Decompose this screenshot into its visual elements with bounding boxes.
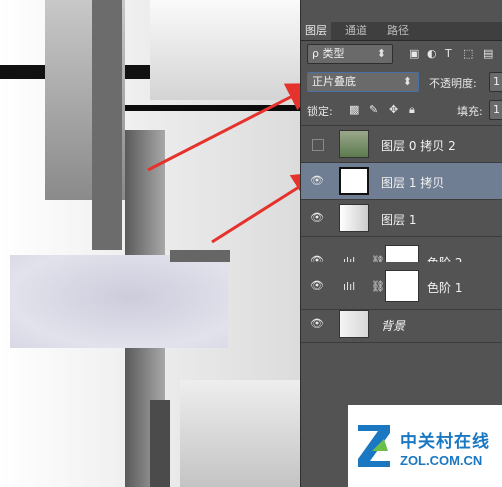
visibility-toggle[interactable] (312, 139, 324, 151)
dropdown-arrow-icon: ⬍ (376, 47, 386, 60)
fill-label: 填充: (457, 105, 483, 118)
layer-name: 色阶 1 (427, 281, 463, 295)
layer-name: 图层 1 (381, 213, 417, 227)
text-filter-icon[interactable]: T (445, 47, 452, 61)
arrow-to-selected-layer (211, 171, 300, 244)
eye-icon[interactable]: 👁︎ (310, 318, 324, 330)
watermark-url: ZOL.COM.CN (400, 453, 483, 468)
layer-row[interactable]: 👁︎ 图层 1 (301, 200, 502, 237)
eye-icon[interactable]: 👁︎ (310, 175, 324, 187)
layer-row-selected[interactable]: 👁︎ 图层 1 拷贝 (301, 163, 502, 200)
blend-mode-value: 正片叠底 (312, 75, 356, 88)
filter-row: ρ 类型 ⬍ ▣ ◐ T ⬚ ▤ (301, 44, 502, 66)
annotation-arrows (147, 83, 300, 244)
zol-watermark: 中关村在线 ZOL.COM.CN (348, 405, 502, 487)
layer-filter-icon[interactable]: ▤ (483, 47, 493, 61)
layer-name: 背景 (381, 319, 406, 333)
move-lock-icon[interactable]: ✥ (389, 103, 398, 117)
fill-input[interactable]: 1 (489, 100, 502, 120)
layer-thumbnail (339, 204, 369, 232)
layer-row[interactable]: 👁︎ ılıl ⛓︎ 色阶 1 (301, 262, 502, 310)
arrow-to-blend-mode (147, 83, 300, 172)
lock-icon[interactable]: 🔒︎ (409, 103, 415, 117)
blend-row: 正片叠底 ⬍ 不透明度: 1 (301, 72, 502, 94)
chain-link-icon: ⛓︎ (371, 280, 385, 293)
circle-filter-icon[interactable]: ◐ (427, 47, 437, 61)
tab-layers[interactable]: 图层 (301, 22, 331, 40)
layer-thumbnail (339, 130, 369, 158)
tab-paths[interactable]: 路径 (383, 22, 413, 40)
shape-filter-icon[interactable]: ⬚ (463, 47, 473, 61)
image-filter-icon[interactable]: ▣ (409, 47, 419, 61)
opacity-input[interactable]: 1 (489, 72, 502, 92)
eye-icon[interactable]: 👁︎ (310, 280, 324, 292)
tab-channels[interactable]: 通道 (341, 22, 371, 40)
layer-thumbnail (339, 167, 369, 195)
zol-logo-icon (358, 425, 390, 467)
layer-name: 图层 0 拷贝 2 (381, 139, 456, 153)
brush-lock-icon[interactable]: ✎ (369, 103, 378, 117)
layer-name: 图层 1 拷贝 (381, 176, 445, 190)
lock-transparency-icon[interactable]: ▩ (349, 103, 359, 117)
eye-icon[interactable]: 👁︎ (310, 212, 324, 224)
lock-label: 锁定: (307, 105, 333, 118)
panel-tabs: 图层 通道 路径 (301, 22, 502, 41)
lock-row: 锁定: ▩ ✎ ✥ 🔒︎ 填充: 1 (301, 100, 502, 122)
blend-mode-select[interactable]: 正片叠底 ⬍ (307, 72, 419, 92)
layer-row[interactable]: 👁︎ 背景 (301, 306, 502, 343)
layer-row[interactable]: 图层 0 拷贝 2 (301, 126, 502, 163)
levels-histogram-icon: ılıl (343, 280, 356, 293)
document-canvas[interactable] (0, 0, 300, 487)
filter-type-label: ρ 类型 (312, 47, 345, 60)
layer-thumbnail (339, 310, 369, 338)
opacity-label: 不透明度: (429, 77, 477, 90)
layer-mask-thumbnail (385, 270, 419, 302)
watermark-name: 中关村在线 (400, 432, 490, 452)
dropdown-arrow-icon: ⬍ (402, 75, 412, 88)
filter-type-select[interactable]: ρ 类型 ⬍ (307, 44, 393, 64)
